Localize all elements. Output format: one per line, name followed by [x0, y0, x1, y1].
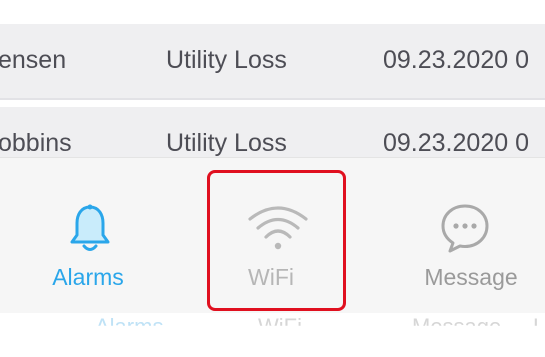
wifi-tab-highlight	[207, 170, 346, 311]
table-row[interactable]: obbins Utility Loss 09.23.2020 0	[0, 107, 545, 157]
alarm-name-cell: ensen	[0, 46, 67, 74]
bell-icon	[68, 203, 112, 260]
chat-bubble-icon	[439, 203, 491, 258]
table-row[interactable]: ensen Utility Loss 09.23.2020 0	[0, 24, 545, 100]
ghost-tab-label: L	[533, 314, 545, 339]
alarm-name-cell: obbins	[0, 129, 72, 157]
ghost-tab-bar: Alarms WiFi Message L	[0, 313, 545, 357]
ghost-tab-label: WiFi	[258, 314, 302, 339]
alarm-date-cell: 09.23.2020 0	[383, 129, 529, 157]
tab-alarms-label: Alarms	[52, 264, 124, 290]
alarm-date-cell: 09.23.2020 0	[383, 46, 529, 74]
tab-message[interactable]: Message	[375, 158, 545, 314]
tab-message-label: Message	[424, 264, 518, 290]
alarm-type-cell: Utility Loss	[166, 46, 287, 74]
tab-alarms[interactable]: Alarms	[0, 158, 180, 314]
alarm-type-cell: Utility Loss	[166, 129, 287, 157]
ghost-tab-label: Alarms	[95, 314, 164, 339]
ghost-tab-label: Message	[412, 314, 502, 339]
